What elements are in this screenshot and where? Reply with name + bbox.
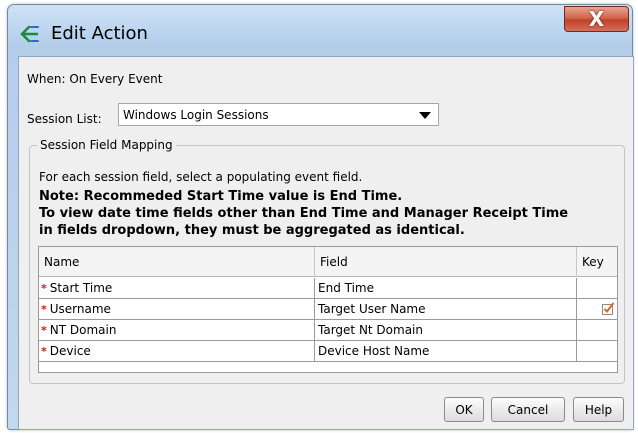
help-button[interactable]: Help xyxy=(573,397,624,422)
mapping-note: Note: Recommeded Start Time value is End… xyxy=(39,188,568,239)
session-list-dropdown[interactable]: Windows Login Sessions xyxy=(118,103,439,126)
required-marker-icon: * xyxy=(41,324,47,337)
field-mapping-table: Name Field Key * Start Time End Time * Use… xyxy=(38,246,618,373)
checkbox-checked-icon xyxy=(602,302,615,315)
table-row[interactable]: * Username Target User Name xyxy=(39,299,617,320)
mapping-instructions: For each session field, select a populat… xyxy=(39,170,363,184)
note-line: in fields dropdown, they must be aggrega… xyxy=(39,223,465,238)
ok-button[interactable]: OK xyxy=(444,397,484,422)
name-text: Start Time xyxy=(49,281,113,295)
key-checkbox[interactable] xyxy=(577,278,617,298)
table-row[interactable]: * Device Device Host Name xyxy=(39,341,617,362)
name-cell: * Username xyxy=(39,299,315,319)
table-row[interactable]: * NT Domain Target Nt Domain xyxy=(39,320,617,341)
field-cell[interactable]: Device Host Name xyxy=(315,341,577,361)
name-cell: * NT Domain xyxy=(39,320,315,340)
dialog-content: When: On Every Event Session List: Windo… xyxy=(18,56,634,430)
table-row[interactable]: * Start Time End Time xyxy=(39,278,617,299)
required-marker-icon: * xyxy=(41,303,47,316)
session-list-label: Session List: xyxy=(27,112,102,126)
field-cell[interactable]: Target Nt Domain xyxy=(315,320,577,340)
close-icon: X xyxy=(588,7,605,31)
session-field-mapping-legend: Session Field Mapping xyxy=(37,138,176,152)
column-header-key[interactable]: Key xyxy=(577,247,617,277)
note-line: To view date time fields other than End … xyxy=(39,206,569,221)
close-button[interactable]: X xyxy=(564,6,629,32)
name-cell: * Start Time xyxy=(39,278,315,298)
edit-action-dialog: Edit Action X When: On Every Event Sessi… xyxy=(7,4,634,430)
session-list-value: Windows Login Sessions xyxy=(123,108,269,122)
when-label: When: On Every Event xyxy=(27,72,163,86)
name-text: Device xyxy=(49,344,91,358)
key-checkbox[interactable] xyxy=(577,299,617,319)
column-header-field[interactable]: Field xyxy=(315,247,577,277)
field-cell[interactable]: End Time xyxy=(315,278,577,298)
action-icon xyxy=(20,25,39,43)
key-checkbox[interactable] xyxy=(577,320,617,340)
required-marker-icon: * xyxy=(41,345,47,358)
name-cell: * Device xyxy=(39,341,315,361)
table-header: Name Field Key xyxy=(39,247,617,277)
field-cell[interactable]: Target User Name xyxy=(315,299,577,319)
required-marker-icon: * xyxy=(41,282,47,295)
title-bar[interactable]: Edit Action X xyxy=(8,5,632,57)
name-text: NT Domain xyxy=(49,323,117,337)
dialog-title: Edit Action xyxy=(51,23,148,44)
key-checkbox[interactable] xyxy=(577,341,617,361)
dropdown-arrow-icon xyxy=(419,112,431,119)
cancel-button[interactable]: Cancel xyxy=(491,397,565,422)
column-header-name[interactable]: Name xyxy=(39,247,315,277)
note-line: Note: Recommeded Start Time value is End… xyxy=(39,189,403,204)
name-text: Username xyxy=(49,302,111,316)
